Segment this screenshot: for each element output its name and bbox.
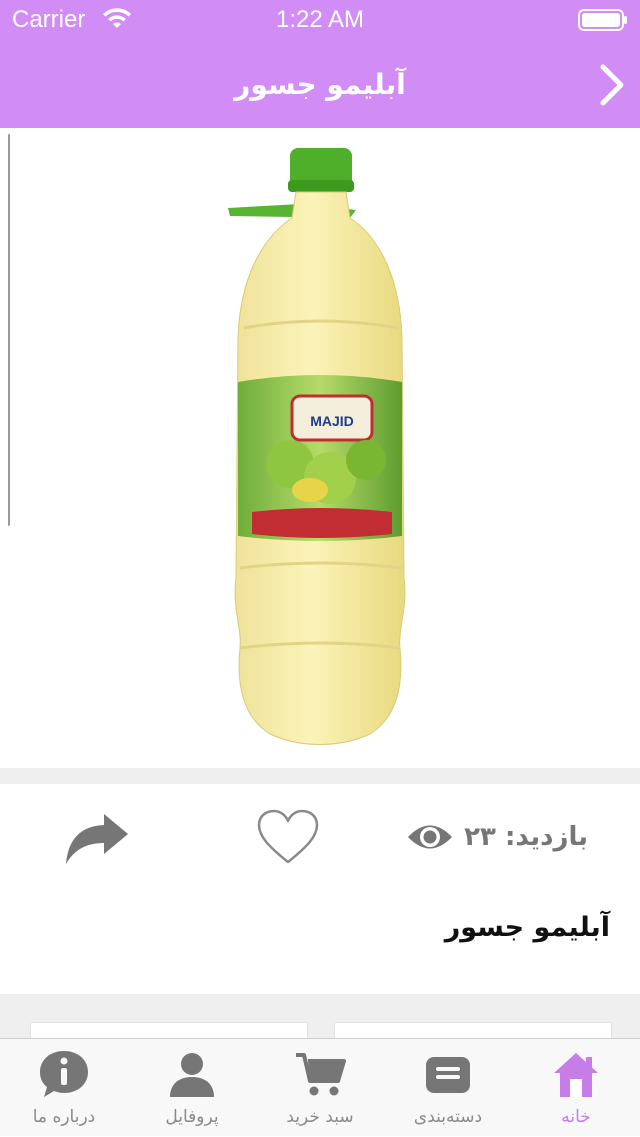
- view-count: بازدید: ۲۳: [406, 812, 588, 862]
- profile-icon: [170, 1053, 214, 1097]
- product-image[interactable]: MAJID: [0, 128, 640, 768]
- lemon-juice-bottle-image: MAJID: [228, 148, 406, 745]
- info-icon: [40, 1051, 88, 1097]
- tab-label: پروفایل: [165, 1107, 219, 1127]
- tab-about[interactable]: درباره ما: [0, 1039, 128, 1137]
- page-title: آبلیمو جسور: [234, 68, 406, 101]
- view-count-label: بازدید: ۲۳: [464, 822, 588, 852]
- chevron-right-icon[interactable]: [598, 62, 626, 108]
- share-icon[interactable]: [62, 812, 130, 866]
- category-icon: [426, 1057, 470, 1093]
- eye-icon: [408, 825, 453, 849]
- clock: 1:22 AM: [275, 6, 365, 33]
- tab-label: سبد خرید: [286, 1107, 354, 1127]
- svg-text:MAJID: MAJID: [310, 413, 354, 429]
- tab-profile[interactable]: پروفایل: [128, 1039, 256, 1137]
- tab-home[interactable]: خانه: [512, 1039, 640, 1137]
- tab-label: دسته‌بندی: [413, 1107, 483, 1127]
- navigation-bar: آبلیمو جسور: [0, 40, 640, 128]
- tab-category[interactable]: دسته‌بندی: [384, 1039, 512, 1137]
- separator: [0, 768, 640, 784]
- scroll-indicator: [8, 134, 10, 526]
- status-bar: Carrier 1:22 AM: [0, 0, 640, 40]
- heart-icon[interactable]: [256, 808, 320, 866]
- product-name: آبلیمو جسور: [444, 912, 610, 943]
- tab-cart[interactable]: سبد خرید: [256, 1039, 384, 1137]
- home-icon: [554, 1053, 598, 1097]
- tab-label: خانه: [561, 1107, 591, 1127]
- tab-bar: خانه دسته‌بندی سبد خرید پروفایل: [0, 1038, 640, 1136]
- product-actions: بازدید: ۲۳: [0, 784, 640, 884]
- cart-icon: [296, 1053, 346, 1096]
- battery-icon: [578, 9, 627, 31]
- tab-label: درباره ما: [32, 1107, 96, 1127]
